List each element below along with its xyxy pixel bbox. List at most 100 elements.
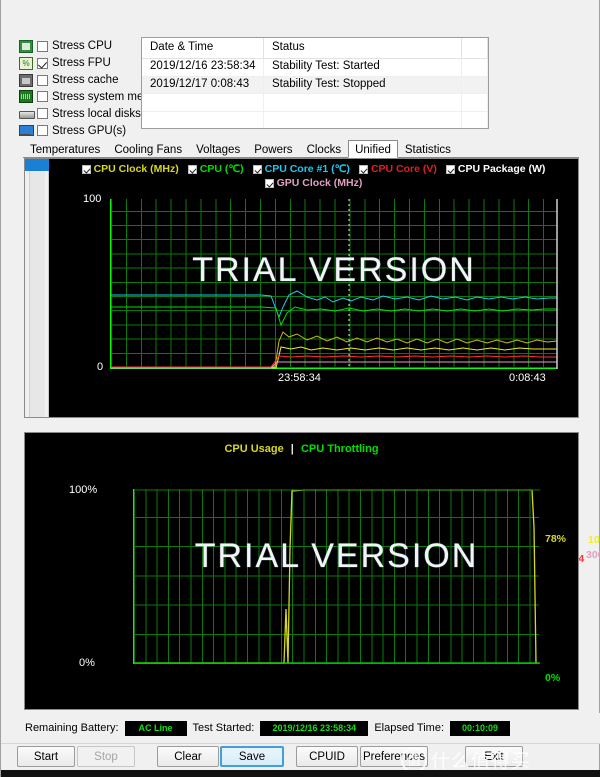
scrollbar-thumb[interactable]	[25, 159, 49, 171]
stress-fpu-label: Stress FPU	[52, 57, 111, 70]
legend-item-gpu-clock[interactable]: GPU Clock (MHz)	[264, 177, 363, 189]
cache-icon	[19, 73, 33, 87]
stress-options-list: Stress CPU % Stress FPU Stress cache Str…	[1, 33, 153, 138]
tab-bar[interactable]: Temperatures Cooling Fans Voltages Power…	[23, 140, 579, 158]
status-divider	[1, 743, 600, 744]
cell-datetime: 2019/12/16 23:58:34	[142, 59, 264, 76]
unified-graph-panel: CPU Clock (MHz) CPU (℃) CPU Core #1 (℃) …	[24, 158, 600, 565]
aida64-stability-test-window: Stress CPU % Stress FPU Stress cache Str…	[0, 0, 600, 777]
stress-cpu-checkbox[interactable]	[37, 40, 48, 52]
event-log-table[interactable]: Date & Time Status 2019/12/16 23:58:34 S…	[141, 37, 489, 129]
start-button[interactable]: Start	[17, 746, 75, 767]
legend-item-cpu-clock[interactable]: CPU Clock (MHz)	[81, 163, 179, 175]
legend-label-cpu-clock: CPU Clock (MHz)	[93, 163, 179, 175]
table-row-empty[interactable]	[142, 111, 488, 128]
cell-empty	[264, 111, 462, 128]
tab-voltages[interactable]: Voltages	[189, 141, 247, 157]
cpuid-button[interactable]: CPUID	[296, 746, 358, 767]
chart2-y-axis-top-label: 100%	[69, 484, 98, 496]
graph-scrollbar[interactable]	[25, 159, 49, 417]
legend-item-cpu-temp[interactable]: CPU (℃)	[187, 163, 244, 175]
stress-cache-checkbox[interactable]	[37, 74, 48, 86]
legend-label-cpu-throttling[interactable]: CPU Throttling	[301, 443, 379, 455]
legend-label-gpu-clock: GPU Clock (MHz)	[276, 177, 363, 189]
legend-checkbox-cpu-core1-temp[interactable]	[252, 164, 262, 174]
stress-memory-checkbox[interactable]	[37, 91, 48, 103]
save-button[interactable]: Save	[220, 746, 284, 767]
stress-gpu-label: Stress GPU(s)	[52, 124, 127, 137]
stress-option-fpu[interactable]: % Stress FPU	[19, 56, 141, 71]
stress-option-cache[interactable]: Stress cache	[19, 73, 141, 88]
legend-item-cpu-core-v[interactable]: CPU Core (V)	[358, 163, 437, 175]
clear-button[interactable]: Clear	[157, 746, 219, 767]
cell-status: Stability Test: Stopped	[264, 76, 462, 93]
window-top-area	[1, 0, 599, 33]
legend-item-cpu-core1-temp[interactable]: CPU Core #1 (℃)	[252, 163, 350, 175]
elapsed-time-value: 00:10:09	[450, 720, 511, 736]
stress-fpu-checkbox[interactable]	[37, 57, 48, 69]
stress-option-local-disks[interactable]: Stress local disks	[19, 106, 141, 121]
table-header-row: Date & Time Status	[142, 38, 488, 59]
cpu-usage-graph-panel: CPU Usage | CPU Throttling 100% 0% TRIAL…	[24, 432, 579, 710]
legend-item-cpu-package-w[interactable]: CPU Package (W)	[445, 163, 546, 175]
table-row[interactable]: 2019/12/16 23:58:34 Stability Test: Star…	[142, 59, 488, 77]
chart1-x-axis-end-label: 0:08:43	[509, 372, 546, 384]
stress-option-system-mem[interactable]: Stress system mem	[19, 89, 153, 104]
chart1-value-cpu-clock: 1097	[588, 534, 600, 546]
cell-datetime: 2019/12/17 0:08:43	[142, 76, 264, 93]
chart1-x-axis-mid-label: 23:58:34	[278, 372, 321, 384]
chart2-plot-area: TRIAL VERSION	[133, 489, 540, 664]
chart1-legend-row-2: GPU Clock (MHz)	[49, 177, 578, 189]
chart1-y-axis-top-label: 100	[83, 193, 102, 205]
chart1-legend: CPU Clock (MHz) CPU (℃) CPU Core #1 (℃) …	[49, 163, 578, 189]
legend-checkbox-cpu-core-v[interactable]	[358, 164, 368, 174]
tab-statistics[interactable]: Statistics	[398, 141, 458, 157]
cell-empty	[462, 94, 488, 111]
tab-powers[interactable]: Powers	[247, 141, 299, 157]
legend-checkbox-cpu-clock[interactable]	[81, 164, 91, 174]
chart1-value-gpu-clock: 300	[586, 549, 600, 561]
legend-label-cpu-package-w: CPU Package (W)	[457, 163, 546, 175]
legend-checkbox-cpu-package-w[interactable]	[445, 164, 455, 174]
button-bar: Start Stop Clear Save CPUID Preferences …	[1, 746, 600, 770]
exit-button[interactable]: Exit	[465, 746, 523, 767]
table-row-empty[interactable]	[142, 94, 488, 112]
legend-checkbox-gpu-clock[interactable]	[264, 178, 274, 188]
scrollbar-track[interactable]	[29, 171, 45, 417]
tab-clocks[interactable]: Clocks	[300, 141, 349, 157]
bottom-edge-strip	[1, 770, 600, 777]
chart2-value-cpu-throttling: 0%	[545, 672, 561, 684]
stress-gpu-checkbox[interactable]	[37, 125, 48, 137]
stress-memory-label: Stress system mem	[52, 90, 153, 103]
legend-separator: |	[290, 443, 294, 455]
upper-panel: Stress CPU % Stress FPU Stress cache Str…	[1, 33, 600, 138]
chart1-y-axis-bottom-label: 0	[97, 361, 104, 373]
fpu-icon: %	[19, 56, 33, 70]
column-header-status: Status	[264, 38, 462, 58]
cell-status: Stability Test: Started	[264, 59, 462, 76]
stress-option-cpu[interactable]: Stress CPU	[19, 39, 141, 54]
stop-button[interactable]: Stop	[77, 746, 135, 767]
tab-unified[interactable]: Unified	[348, 140, 398, 158]
stress-disk-label: Stress local disks	[52, 107, 141, 120]
stress-cache-label: Stress cache	[52, 74, 119, 87]
chart2-y-axis-bottom-label: 0%	[79, 657, 95, 669]
cell-empty	[462, 111, 488, 128]
cell-empty	[264, 94, 462, 111]
table-row[interactable]: 2019/12/17 0:08:43 Stability Test: Stopp…	[142, 76, 488, 94]
legend-checkbox-cpu-temp[interactable]	[187, 164, 197, 174]
chart2-series-svg	[134, 489, 540, 664]
legend-label-cpu-usage[interactable]: CPU Usage	[224, 443, 283, 455]
preferences-button[interactable]: Preferences	[360, 746, 428, 767]
tab-cooling-fans[interactable]: Cooling Fans	[107, 141, 189, 157]
test-started-label: Test Started:	[192, 722, 255, 734]
column-header-datetime: Date & Time	[142, 38, 264, 58]
legend-label-cpu-temp: CPU (℃)	[199, 163, 244, 175]
legend-label-cpu-core1-temp: CPU Core #1 (℃)	[264, 163, 350, 175]
stress-cpu-label: Stress CPU	[52, 40, 113, 53]
tab-temperatures[interactable]: Temperatures	[23, 141, 107, 157]
stress-option-gpu[interactable]: Stress GPU(s)	[19, 123, 141, 138]
elapsed-time-label: Elapsed Time:	[374, 722, 445, 734]
cpu-icon	[19, 39, 33, 53]
stress-disk-checkbox[interactable]	[37, 108, 48, 120]
